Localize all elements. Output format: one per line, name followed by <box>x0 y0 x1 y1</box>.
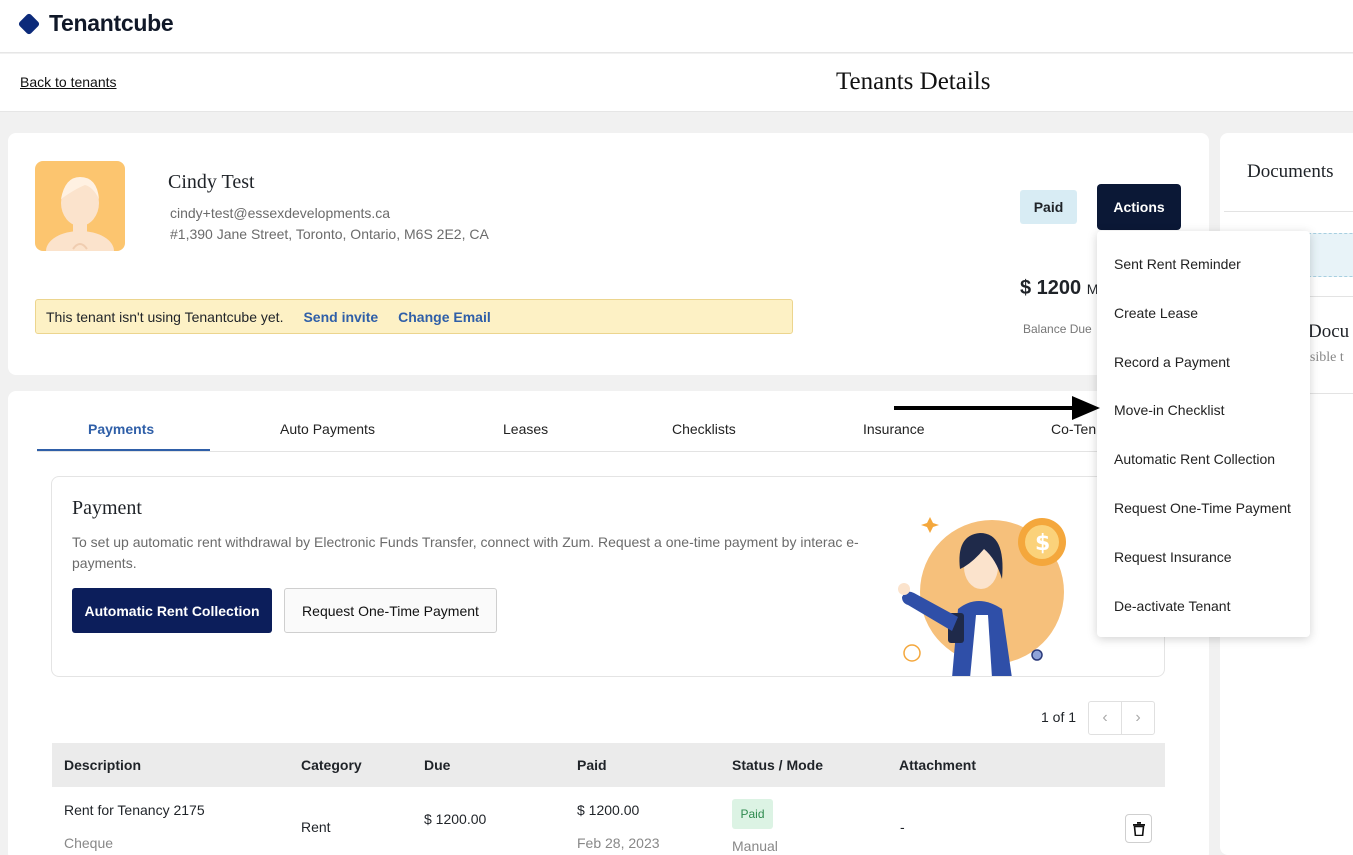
avatar <box>35 161 125 251</box>
trash-icon <box>1132 821 1145 836</box>
menu-item-automatic-rent-collection[interactable]: Automatic Rent Collection <box>1114 451 1275 467</box>
payment-title: Payment <box>72 497 142 519</box>
row-payment-method: Cheque <box>64 835 114 851</box>
tab-insurance[interactable]: Insurance <box>863 421 924 437</box>
app-logo[interactable]: Tenantcube <box>16 10 174 37</box>
arrow-right-icon <box>894 396 1100 420</box>
row-due: $ 1200.00 <box>424 811 487 827</box>
documents-section-title: Docu <box>1308 321 1350 342</box>
column-header-description: Description <box>64 757 142 773</box>
delete-row-button[interactable] <box>1125 814 1152 843</box>
tab-payments[interactable]: Payments <box>88 421 154 437</box>
column-header-category: Category <box>301 757 362 773</box>
row-mode: Manual <box>732 838 778 854</box>
tenant-main-card: Payments Auto Payments Leases Checklists… <box>8 391 1209 855</box>
actions-button[interactable]: Actions <box>1097 184 1181 230</box>
menu-item-record-payment[interactable]: Record a Payment <box>1114 354 1230 370</box>
active-tab-indicator <box>37 449 210 451</box>
table-header: Description Category Due Paid Status / M… <box>52 743 1165 787</box>
actions-menu: Sent Rent Reminder Create Lease Record a… <box>1097 231 1310 637</box>
top-bar: Tenantcube <box>0 0 1353 53</box>
invite-banner-text: This tenant isn't using Tenantcube yet. <box>46 308 284 325</box>
tenant-email: cindy+test@essexdevelopments.ca <box>170 205 391 221</box>
row-paid-amount: $ 1200.00 <box>577 802 640 818</box>
balance-value: $ 1200 <box>1020 277 1082 299</box>
tenantcube-logo-icon <box>18 13 40 34</box>
payment-illustration: $ <box>898 517 1066 676</box>
chevron-right-icon[interactable]: › <box>1122 702 1154 734</box>
row-category: Rent <box>301 819 331 835</box>
sub-header: Back to tenants Tenants Details <box>0 54 1353 112</box>
tab-auto-payments[interactable]: Auto Payments <box>280 421 375 437</box>
send-invite-link[interactable]: Send invite <box>303 309 378 325</box>
page-title: Tenants Details <box>836 68 991 95</box>
pagination-controls: ‹ › <box>1088 701 1155 735</box>
column-header-attachment: Attachment <box>899 757 977 773</box>
tenant-profile-card: Cindy Test cindy+test@essexdevelopments.… <box>8 133 1209 375</box>
change-email-link[interactable]: Change Email <box>398 309 491 325</box>
divider <box>1224 211 1353 212</box>
tab-co-tenants[interactable]: Co-Ten <box>1051 421 1096 437</box>
row-paid-date: Feb 28, 2023 <box>577 835 660 851</box>
payment-section: Payment To set up automatic rent withdra… <box>51 476 1165 677</box>
row-description: Rent for Tenancy 2175 <box>64 802 205 818</box>
balance-amount: $ 1200 M <box>1020 277 1098 300</box>
automatic-rent-collection-button[interactable]: Automatic Rent Collection <box>72 588 272 633</box>
tab-checklists[interactable]: Checklists <box>672 421 736 437</box>
column-header-status-mode: Status / Mode <box>732 757 824 773</box>
payment-description: To set up automatic rent withdrawal by E… <box>72 534 859 571</box>
column-header-due: Due <box>424 757 451 773</box>
menu-item-request-one-time-payment[interactable]: Request One-Time Payment <box>1114 500 1291 516</box>
row-attachment: - <box>900 819 905 835</box>
menu-item-request-insurance[interactable]: Request Insurance <box>1114 549 1232 565</box>
invite-banner: This tenant isn't using Tenantcube yet. … <box>35 299 793 334</box>
column-header-paid: Paid <box>577 757 607 773</box>
svg-text:$: $ <box>1035 531 1050 556</box>
tab-leases[interactable]: Leases <box>503 421 548 437</box>
menu-item-deactivate-tenant[interactable]: De-activate Tenant <box>1114 598 1230 614</box>
request-one-time-payment-button[interactable]: Request One-Time Payment <box>284 588 497 633</box>
status-badge: Paid <box>1020 190 1077 224</box>
chevron-left-icon[interactable]: ‹ <box>1089 702 1122 734</box>
back-to-tenants-link[interactable]: Back to tenants <box>20 74 117 90</box>
user-avatar-icon <box>46 177 114 251</box>
tenant-name: Cindy Test <box>168 171 255 193</box>
documents-upload-area[interactable] <box>1308 233 1353 277</box>
menu-item-sent-rent-reminder[interactable]: Sent Rent Reminder <box>1114 256 1241 272</box>
documents-title: Documents <box>1247 161 1334 182</box>
menu-item-move-in-checklist[interactable]: Move-in Checklist <box>1114 402 1224 418</box>
tenant-address: #1,390 Jane Street, Toronto, Ontario, M6… <box>170 226 489 242</box>
app-name: Tenantcube <box>49 10 174 36</box>
documents-section-text: isible t <box>1306 350 1344 365</box>
balance-label: Balance Due <box>1023 322 1092 336</box>
row-status-badge: Paid <box>732 799 773 829</box>
pagination-text: 1 of 1 <box>1041 709 1077 725</box>
menu-item-create-lease[interactable]: Create Lease <box>1114 305 1198 321</box>
